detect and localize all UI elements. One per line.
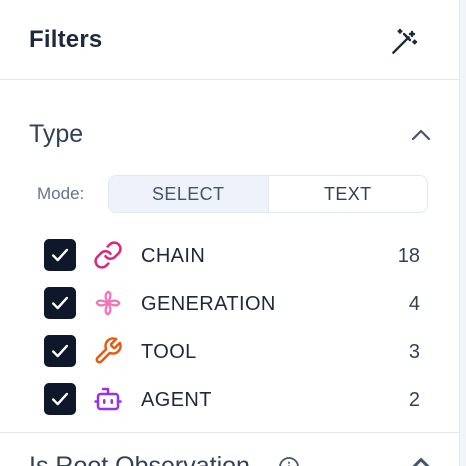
info-icon[interactable] — [277, 455, 301, 466]
filters-title: Filters — [29, 26, 103, 53]
type-filter-row[interactable]: TOOL 3 — [44, 334, 424, 368]
type-filter-row[interactable]: GENERATION 4 — [44, 286, 424, 320]
magic-wand-icon — [392, 28, 418, 54]
filters-header: Filters — [0, 0, 459, 80]
type-label-tool: TOOL — [141, 341, 197, 363]
section-divider — [0, 432, 459, 433]
type-collapse-button[interactable] — [406, 122, 436, 148]
panel-edge — [460, 0, 466, 466]
type-checkbox-agent[interactable] — [44, 383, 76, 415]
magic-wand-button[interactable] — [386, 24, 422, 60]
type-count-chain: 18 — [397, 245, 420, 267]
type-count-generation: 4 — [408, 293, 420, 315]
sparkle-icon — [92, 287, 124, 319]
mode-label: Mode: — [37, 184, 85, 203]
type-count-agent: 2 — [408, 389, 420, 411]
check-icon — [51, 296, 69, 310]
type-filter-row[interactable]: AGENT 2 — [44, 382, 424, 416]
chevron-icon[interactable] — [406, 455, 436, 466]
filters-panel: Filters Type Mode: SELECT TEXT CHAIN 18 … — [0, 0, 460, 466]
check-icon — [51, 344, 69, 358]
type-checkbox-tool[interactable] — [44, 335, 76, 367]
type-filter-row[interactable]: CHAIN 18 — [44, 238, 424, 272]
bot-icon — [92, 383, 124, 415]
type-checkbox-chain[interactable] — [44, 239, 76, 271]
check-icon — [51, 248, 69, 262]
type-checkbox-generation[interactable] — [44, 287, 76, 319]
is-root-observation-title: Is Root Observation — [29, 452, 250, 466]
wrench-icon — [92, 335, 124, 367]
link-icon — [92, 239, 124, 271]
type-count-tool: 3 — [408, 341, 420, 363]
type-label-agent: AGENT — [141, 389, 212, 411]
check-icon — [51, 392, 69, 406]
type-label-generation: GENERATION — [141, 293, 276, 315]
chevron-up-icon — [411, 129, 431, 141]
type-section-title: Type — [29, 120, 84, 148]
type-label-chain: CHAIN — [141, 245, 206, 267]
mode-option-select[interactable]: SELECT — [109, 176, 268, 212]
mode-toggle: SELECT TEXT — [108, 175, 428, 213]
mode-option-text[interactable]: TEXT — [267, 176, 428, 212]
